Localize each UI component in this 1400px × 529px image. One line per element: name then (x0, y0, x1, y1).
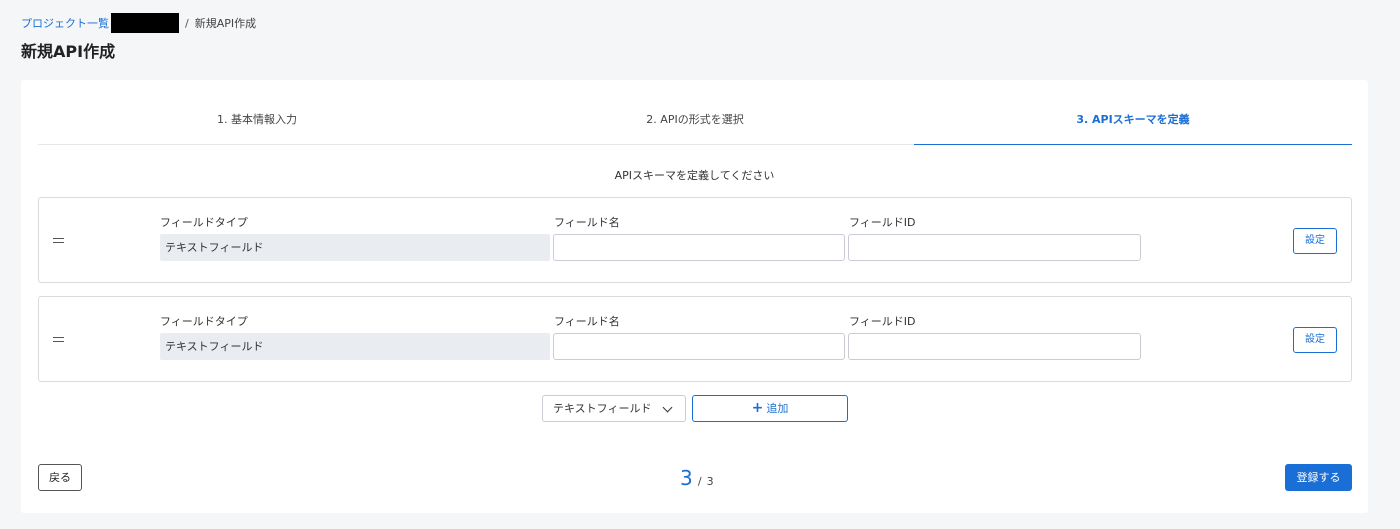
breadcrumb-projects-link[interactable]: プロジェクト一覧 (21, 15, 109, 31)
register-button[interactable]: 登録する (1285, 464, 1352, 491)
back-button[interactable]: 戻る (38, 464, 82, 491)
field-id-label: フィールドID (849, 315, 916, 328)
field-type-label: フィールドタイプ (160, 315, 248, 328)
field-type-select[interactable]: テキストフィールド (542, 395, 686, 422)
field-name-input[interactable] (553, 333, 845, 360)
field-id-input[interactable] (848, 234, 1141, 261)
total-steps-number: 3 (706, 475, 714, 488)
drag-handle-icon[interactable] (53, 238, 64, 243)
field-type-label: フィールドタイプ (160, 216, 248, 229)
page-title: 新規API作成 (21, 42, 116, 61)
add-field-label: 追加 (766, 402, 789, 415)
step-basic-info[interactable]: 1. 基本情報入力 (38, 101, 476, 144)
field-name-label: フィールド名 (554, 315, 620, 328)
schema-form-card: 1. 基本情報入力 2. APIの形式を選択 3. APIスキーマを定義 API… (21, 80, 1368, 513)
add-field-button[interactable]: + 追加 (692, 395, 848, 422)
breadcrumb-redacted-project[interactable] (111, 13, 179, 33)
breadcrumb-separator: / (185, 16, 189, 30)
breadcrumb-current: 新規API作成 (194, 17, 257, 30)
current-step-number: 3 (680, 466, 693, 490)
step-api-format[interactable]: 2. APIの形式を選択 (476, 101, 914, 144)
field-name-label: フィールド名 (554, 216, 620, 229)
field-type-value: テキストフィールド (160, 333, 550, 360)
step-api-schema[interactable]: 3. APIスキーマを定義 (914, 101, 1352, 145)
drag-handle-icon[interactable] (53, 337, 64, 342)
step-tabs: 1. 基本情報入力 2. APIの形式を選択 3. APIスキーマを定義 (38, 101, 1352, 145)
step-counter-separator: / (697, 475, 702, 488)
field-name-input[interactable] (553, 234, 845, 261)
field-id-label: フィールドID (849, 216, 916, 229)
field-type-value: テキストフィールド (160, 234, 550, 261)
instruction-text: APIスキーマを定義してください (614, 169, 775, 182)
breadcrumb: プロジェクト一覧 / 新規API作成 (21, 13, 256, 33)
field-type-select-value: テキストフィールド (553, 402, 652, 415)
field-id-input[interactable] (848, 333, 1141, 360)
field-row: フィールドタイプ フィールド名 フィールドID テキストフィールド 設定 (38, 197, 1352, 283)
field-row: フィールドタイプ フィールド名 フィールドID テキストフィールド 設定 (38, 296, 1352, 382)
plus-icon: + (751, 400, 764, 416)
step-counter: 3 / 3 (680, 466, 714, 490)
settings-button[interactable]: 設定 (1293, 327, 1337, 353)
settings-button[interactable]: 設定 (1293, 228, 1337, 254)
chevron-down-icon (662, 402, 673, 413)
